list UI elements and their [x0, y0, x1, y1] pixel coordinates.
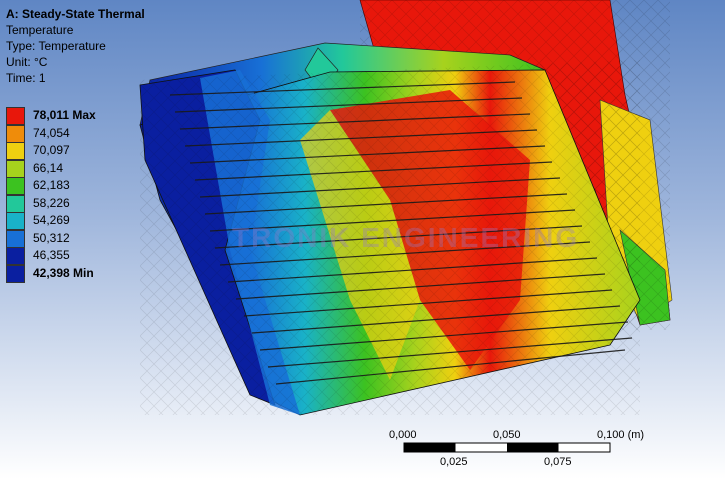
result-unit: Unit: °C: [6, 55, 48, 69]
legend-swatch: [6, 194, 25, 213]
legend-swatch: [6, 107, 25, 125]
legend-swatch: [6, 142, 25, 160]
legend-label: 78,011 Max: [33, 108, 96, 122]
legend-label: 42,398 Min: [33, 265, 94, 280]
legend-label: 62,183: [33, 178, 70, 192]
result-info-panel: A: Steady-State Thermal Temperature Type…: [6, 6, 145, 86]
legend-swatch: [6, 264, 25, 283]
scale-bar-graphic: [403, 442, 611, 453]
legend-label: 66,14: [33, 160, 64, 175]
legend-label: 58,226: [33, 195, 70, 210]
legend-swatch: [6, 159, 25, 178]
legend-swatch: [6, 124, 25, 143]
legend-swatch: [6, 229, 25, 248]
analysis-title: A: Steady-State Thermal: [6, 7, 145, 21]
legend-label: 70,097: [33, 143, 70, 157]
result-time: Time: 1: [6, 71, 46, 85]
watermark-text: TRONIK ENGINEERING: [232, 222, 580, 253]
legend-swatch: [6, 247, 25, 265]
legend-label: 50,312: [33, 230, 70, 245]
legend-label: 54,269: [33, 213, 70, 227]
color-legend[interactable]: 78,011 Max 74,054 70,097 66,14 62,183 58,226 5…: [6, 107, 116, 283]
legend-swatch: [6, 212, 25, 230]
result-type: Type: Temperature: [6, 39, 106, 53]
legend-swatch: [6, 177, 25, 195]
legend-label: 46,355: [33, 248, 70, 262]
legend-label: 74,054: [33, 125, 70, 140]
result-name: Temperature: [6, 23, 74, 37]
